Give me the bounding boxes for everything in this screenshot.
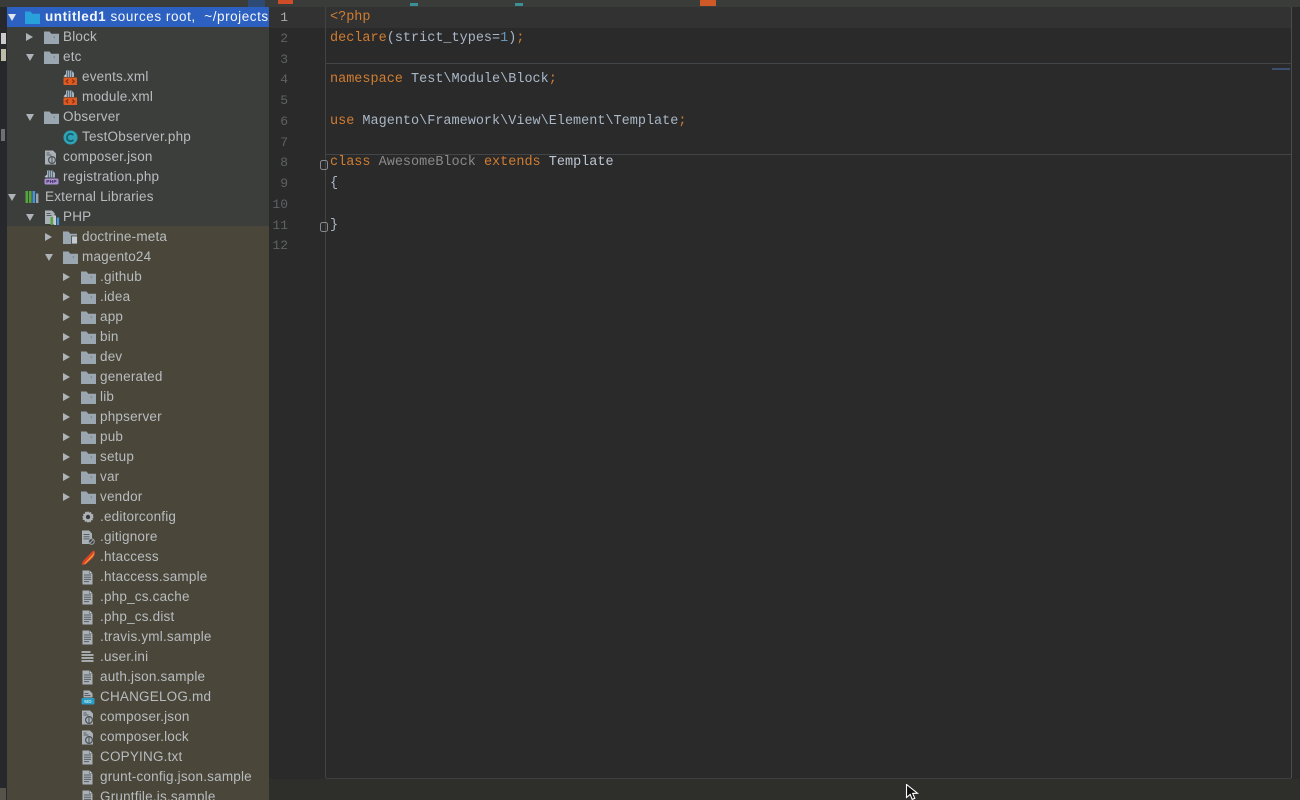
svg-text:MD: MD: [84, 699, 92, 704]
svg-text:PHP: PHP: [46, 179, 57, 185]
